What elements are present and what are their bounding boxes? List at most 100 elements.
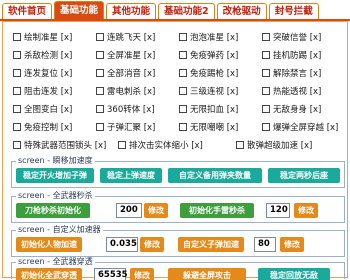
checkbox-item[interactable]: 雷电刺杀 [x] xyxy=(96,85,179,97)
checkbox[interactable] xyxy=(262,69,270,77)
checkbox[interactable] xyxy=(262,51,270,59)
checkbox-item[interactable]: 360转体 [x] xyxy=(96,103,179,115)
checkbox[interactable] xyxy=(13,123,21,131)
checkbox[interactable] xyxy=(179,33,187,41)
checkbox-item[interactable]: 连发复位 [x] xyxy=(13,67,96,79)
checkbox[interactable] xyxy=(262,87,270,95)
player-speed-field[interactable]: 0.035 xyxy=(106,237,138,252)
checkbox-item[interactable]: 排次击实体缩小 [x] xyxy=(118,139,236,151)
checkbox[interactable] xyxy=(96,51,104,59)
checkbox[interactable] xyxy=(13,33,21,41)
group-custom-speed: screen - 自定义加速器 初始化人物加速 0.035 修改 自定义子弹加速… xyxy=(11,225,345,257)
modify-button[interactable]: 修改 xyxy=(144,203,168,218)
melee-value-field[interactable]: 200 xyxy=(116,203,142,218)
group-penetration: screen - 全武器穿透 初始化全武穿透 65535 修改 躲避全屏攻击 稳… xyxy=(11,257,345,280)
checkbox-item[interactable]: 散弹超级加速 [x] xyxy=(236,139,341,151)
checkbox-item[interactable]: 特殊武器范围锁头 [x] xyxy=(13,139,118,151)
checkbox-item[interactable]: 无限扣血 [x] xyxy=(179,103,262,115)
checkbox-item[interactable]: 解除禁言 [x] xyxy=(262,67,345,79)
checkbox-item[interactable]: 热能透视 [x] xyxy=(262,85,345,97)
checkbox-item[interactable]: 免疫控制 [x] xyxy=(13,121,96,133)
checkbox-label: 爆弹全屏穿越 [x] xyxy=(273,123,339,133)
checkbox-label: 解除禁言 [x] xyxy=(273,69,322,79)
tab-gun-mod-driver[interactable]: 改枪驱动 xyxy=(216,3,267,20)
fire-add-bullets-button[interactable]: 稳定开火增加子弹 xyxy=(16,168,94,183)
checkbox-label: 挂机防踢 [x] xyxy=(273,51,322,61)
replay-invincible-button[interactable]: 稳定回放无敌 xyxy=(258,268,330,280)
checkbox[interactable] xyxy=(96,123,104,131)
checkbox-label: 特殊武器范围锁头 [x] xyxy=(24,141,107,151)
modify-button[interactable]: 修改 xyxy=(140,237,164,252)
checkbox[interactable] xyxy=(179,51,187,59)
tab-basic-functions[interactable]: 基础功能 xyxy=(54,1,105,20)
checkbox-item[interactable]: 全屏准星 [x] xyxy=(96,49,179,61)
checkbox-label: 全部消音 [x] xyxy=(107,69,156,79)
checkbox-item[interactable]: 绘制准星 [x] xyxy=(13,31,96,43)
checkbox-item[interactable]: 子弹汇聚 [x] xyxy=(96,121,179,133)
checkbox-label: 无敌身身 [x] xyxy=(273,105,322,115)
checkbox-item[interactable]: 全部消音 [x] xyxy=(96,67,179,79)
tab-basic-functions-2[interactable]: 基础功能2 xyxy=(158,3,215,20)
checkbox-item[interactable]: 杀敌检测 [x] xyxy=(13,49,96,61)
modify-button[interactable]: 修改 xyxy=(280,237,304,252)
custom-magazine-button[interactable]: 自定义备用弹夹数量 xyxy=(168,168,262,183)
checkbox[interactable] xyxy=(179,105,187,113)
checkbox[interactable] xyxy=(13,141,21,149)
checkbox-label: 免疫踢枪 [x] xyxy=(190,69,239,79)
tab-ban-blocker[interactable]: 封号拦截 xyxy=(268,3,319,20)
checkbox-label: 三级连视 [x] xyxy=(190,87,239,97)
group-title: screen - 全武器穿透 xyxy=(16,257,95,267)
reload-speed-button[interactable]: 稳定上弹速度 xyxy=(100,168,162,183)
checkbox[interactable] xyxy=(179,123,187,131)
checkbox[interactable] xyxy=(179,69,187,77)
feature-checkbox-grid: 绘制准星 [x] 连跳飞天 [x] 泡泡准星 [x] 突破信誉 [x] 杀敌检测… xyxy=(13,28,345,154)
checkbox-item[interactable]: 挂机防踢 [x] xyxy=(262,49,345,61)
checkbox-item[interactable]: 爆弹全屏穿越 [x] xyxy=(262,121,345,133)
tab-software-home[interactable]: 软件首页 xyxy=(2,3,53,20)
checkbox-item[interactable]: 三级连视 [x] xyxy=(179,85,262,97)
grenade-value-field[interactable]: 120 xyxy=(266,203,290,218)
checkbox-item[interactable]: 连跳飞天 [x] xyxy=(96,31,179,43)
checkbox-item[interactable]: 无限嘲嘲 [x] xyxy=(179,121,262,133)
checkbox[interactable] xyxy=(179,87,187,95)
checkbox-label: 无限扣血 [x] xyxy=(190,105,239,115)
checkbox[interactable] xyxy=(13,51,21,59)
modify-button[interactable]: 修改 xyxy=(294,203,318,218)
checkbox-item[interactable]: 突破信誉 [x] xyxy=(262,31,345,43)
checkbox[interactable] xyxy=(96,33,104,41)
checkbox-item[interactable]: 泡泡准星 [x] xyxy=(179,31,262,43)
bullet-speed-field[interactable]: 80 xyxy=(254,237,276,252)
modify-button[interactable]: 修改 xyxy=(130,268,154,280)
checkbox[interactable] xyxy=(96,87,104,95)
penetration-value-field[interactable]: 65535 xyxy=(94,268,128,280)
checkbox[interactable] xyxy=(13,69,21,77)
group-one-hit-kill: screen - 全武器秒杀 刀枪秒杀初始化 200 修改 初始化手雷秒杀 12… xyxy=(11,191,345,223)
checkbox[interactable] xyxy=(13,105,21,113)
checkbox[interactable] xyxy=(262,33,270,41)
checkbox-item[interactable]: 全图变白 [x] xyxy=(13,103,96,115)
tab-other-functions[interactable]: 其他功能 xyxy=(106,3,157,20)
player-speed-init-button[interactable]: 初始化人物加速 xyxy=(16,237,82,252)
checkbox-item[interactable]: 阻击连发 [x] xyxy=(13,85,96,97)
grenade-oneshot-init-button[interactable]: 初始化手雷秒杀 xyxy=(180,203,254,218)
checkbox[interactable] xyxy=(262,105,270,113)
checkbox[interactable] xyxy=(262,123,270,131)
recoil-button[interactable]: 稳定两秒后座 xyxy=(268,168,340,183)
checkbox-label: 散弹超级加速 [x] xyxy=(247,141,313,151)
checkbox-label: 雷电刺杀 [x] xyxy=(107,87,156,97)
penetration-init-button[interactable]: 初始化全武穿透 xyxy=(16,268,82,280)
checkbox-label: 免疫弹药 [x] xyxy=(190,51,239,61)
checkbox-label: 连发复位 [x] xyxy=(24,69,73,79)
checkbox[interactable] xyxy=(236,141,244,149)
checkbox-item[interactable]: 免疫弹药 [x] xyxy=(179,49,262,61)
bullet-speed-button[interactable]: 自定义子弹加速 xyxy=(178,237,244,252)
checkbox-item[interactable]: 免疫踢枪 [x] xyxy=(179,67,262,79)
dodge-attack-button[interactable]: 躲避全屏攻击 xyxy=(168,268,246,280)
checkbox-item[interactable]: 无敌身身 [x] xyxy=(262,103,345,115)
checkbox-label: 泡泡准星 [x] xyxy=(190,33,239,43)
checkbox[interactable] xyxy=(13,87,21,95)
checkbox[interactable] xyxy=(96,105,104,113)
checkbox[interactable] xyxy=(118,141,126,149)
melee-oneshot-init-button[interactable]: 刀枪秒杀初始化 xyxy=(16,203,90,218)
checkbox[interactable] xyxy=(96,69,104,77)
